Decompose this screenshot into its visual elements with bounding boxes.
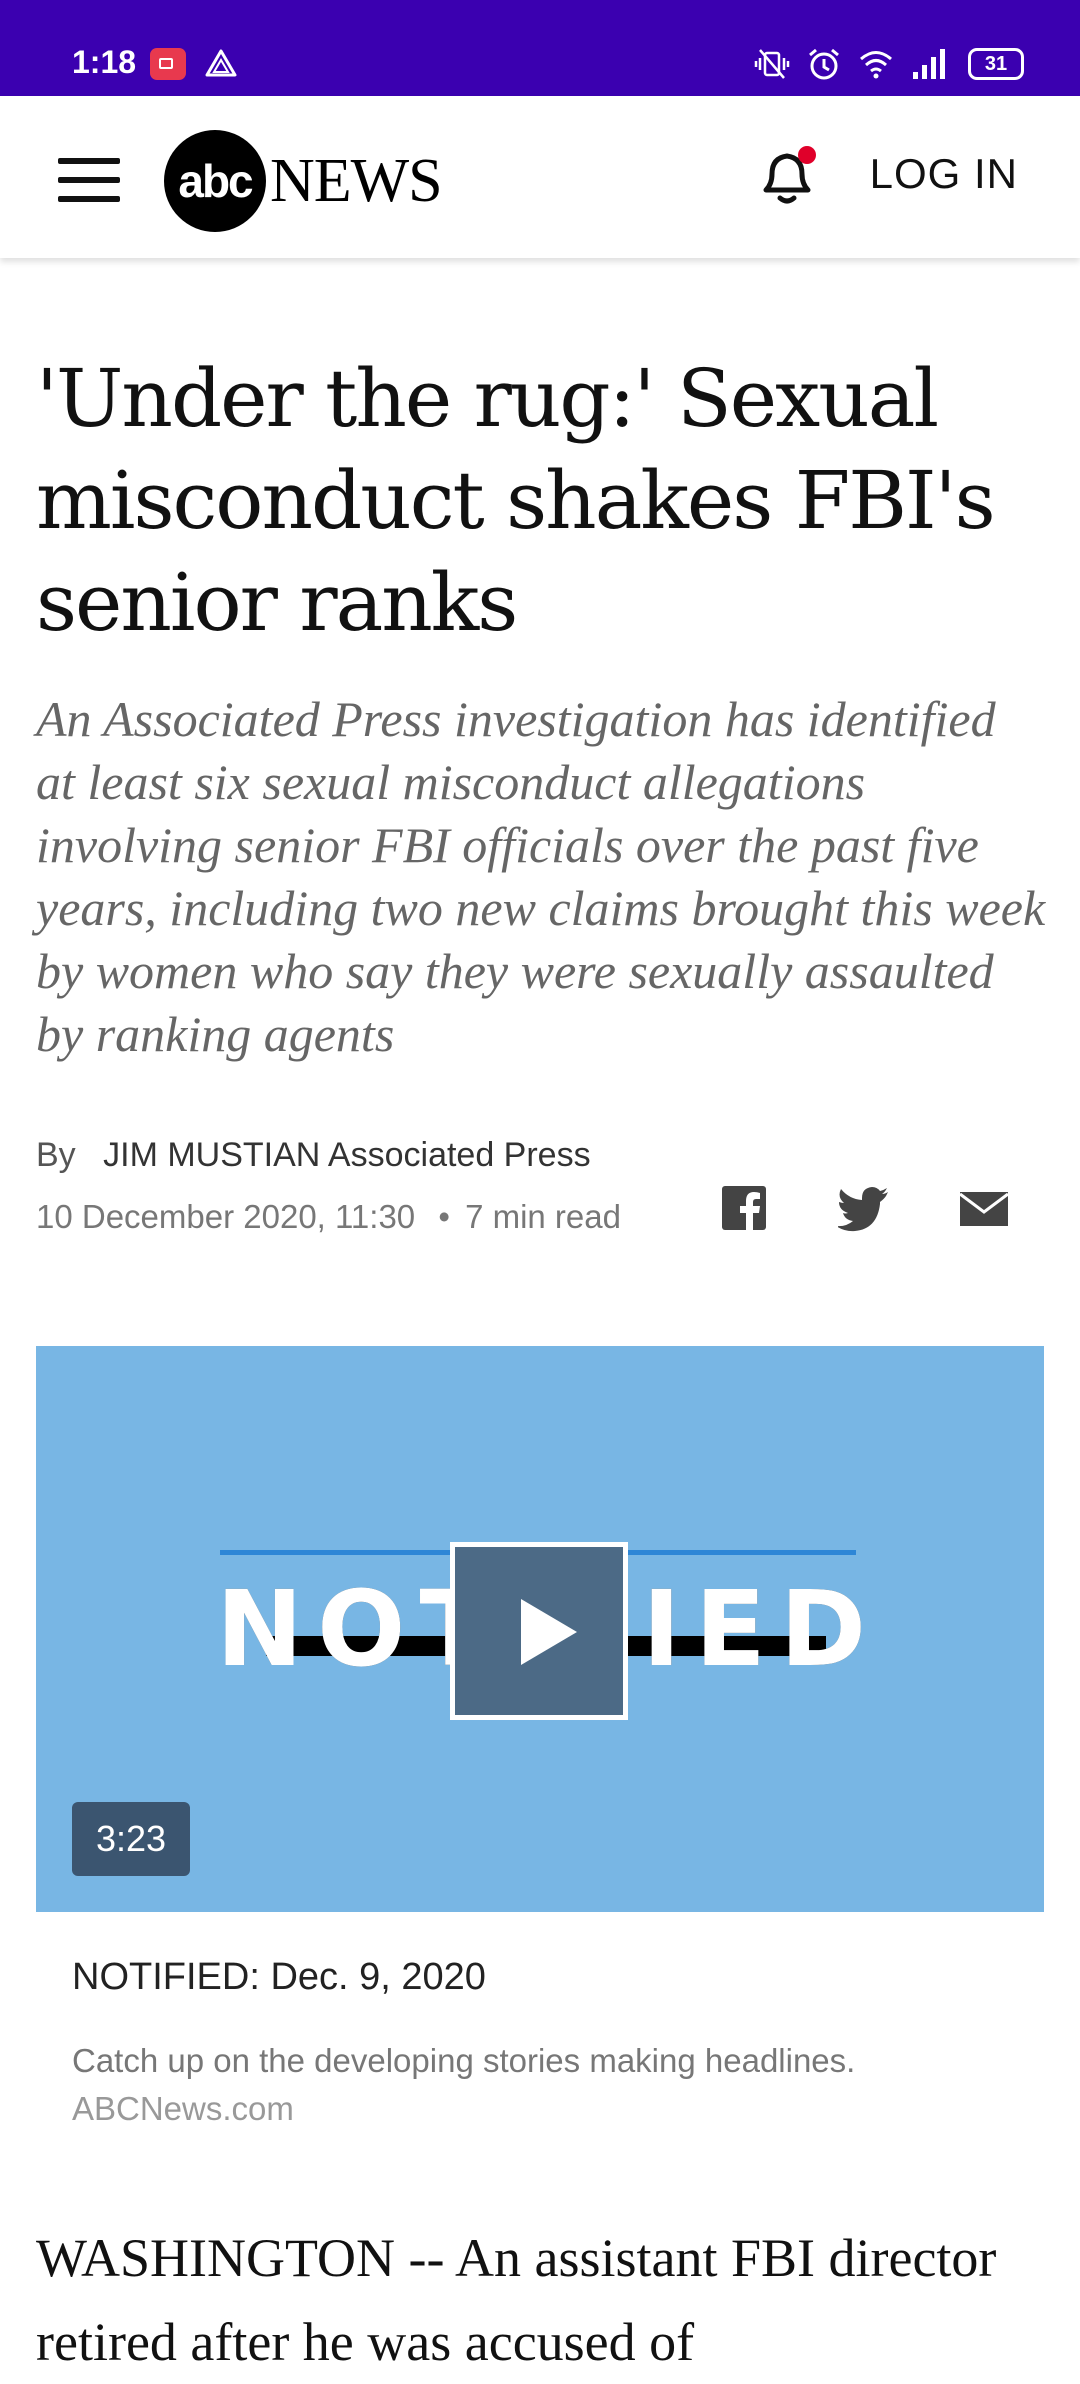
twitter-icon[interactable]	[838, 1184, 890, 1232]
video-description: Catch up on the developing stories makin…	[72, 2042, 856, 2079]
publish-date: 10 December 2020, 11:30	[36, 1198, 416, 1235]
byline-prefix: By	[36, 1136, 76, 1174]
logo-abc: abc	[164, 130, 266, 232]
dateline: 10 December 2020, 11:30 • 7 min read	[36, 1198, 621, 1236]
login-button[interactable]: LOG IN	[870, 150, 1018, 198]
email-icon[interactable]	[958, 1184, 1010, 1232]
alarm-icon	[809, 48, 839, 80]
play-button-icon[interactable]	[450, 1542, 628, 1720]
byline: By JIM MUSTIAN Associated Press	[36, 1136, 591, 1175]
notification-badge	[798, 146, 816, 164]
status-bar: 1:18 31	[0, 0, 1080, 96]
article-summary: An Associated Press investigation has id…	[36, 691, 1046, 1062]
video-title[interactable]: NOTIFIED: Dec. 9, 2020	[72, 1956, 486, 1999]
hamburger-menu-icon[interactable]	[58, 158, 120, 202]
separator-dot: •	[438, 1198, 450, 1235]
video-source: ABCNews.com	[72, 2090, 294, 2127]
article-headline: 'Under the rug:' Sexual misconduct shake…	[36, 352, 996, 649]
logo-news: NEWS	[270, 146, 443, 215]
screen-record-icon	[150, 48, 186, 80]
article-body: WASHINGTON -- An assistant FBI director …	[36, 2228, 997, 2372]
wifi-icon	[860, 51, 892, 79]
app-header: abc NEWS LOG IN	[0, 96, 1080, 258]
video-duration: 3:23	[72, 1802, 190, 1876]
drive-icon	[205, 49, 237, 77]
battery-icon: 31	[968, 48, 1024, 80]
facebook-icon[interactable]	[720, 1184, 768, 1232]
status-time: 1:18	[72, 44, 137, 80]
video-player[interactable]: NOTIFIED 3:23	[36, 1346, 1044, 1912]
abc-news-logo[interactable]: abc NEWS	[164, 130, 443, 232]
vibrate-icon	[754, 49, 790, 79]
read-time: 7 min read	[465, 1198, 621, 1235]
signal-icon	[913, 49, 945, 79]
author-name[interactable]: JIM MUSTIAN Associated Press	[103, 1136, 590, 1174]
